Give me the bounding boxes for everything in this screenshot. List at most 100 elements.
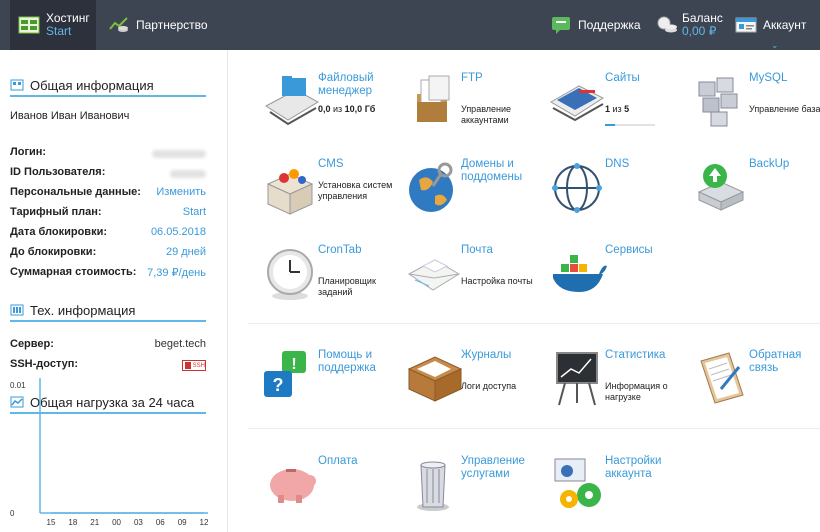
tile-services[interactable]: Сервисы (549, 244, 689, 314)
chevron-down-icon[interactable]: ⌄ (771, 40, 779, 51)
clock-icon (267, 249, 313, 300)
plan-link[interactable]: Start (183, 206, 206, 222)
envelope-icon (408, 259, 460, 291)
days-left-value: 29 дней (165, 246, 206, 258)
personal-data-label: Персональные данные: (10, 186, 141, 198)
ssh-toggle[interactable]: SSH (182, 360, 206, 371)
balance-button[interactable]: Баланс 0,00 ₽ (656, 0, 723, 50)
info-row-server: Сервер: beget.tech (10, 338, 206, 354)
tile-file-manager[interactable]: Файловый менеджер 0,0 из 10,0 Гб (262, 72, 402, 142)
settings-gears-icon (554, 458, 601, 508)
tile-sites-title: Сайты (605, 72, 640, 84)
account-label: Аккаунт (763, 18, 807, 32)
tile-dns[interactable]: DNS (549, 158, 689, 228)
sites-usage-fill (605, 124, 615, 126)
ssh-toggle-knob (185, 362, 191, 369)
server-icon (10, 304, 24, 316)
login-label: Логин: (10, 146, 47, 158)
tile-cms[interactable]: CMS Установка систем управления (262, 158, 402, 228)
tile-statistics-title: Статистика (605, 349, 666, 361)
x-tick-label: 21 (90, 518, 99, 527)
tile-cms-title: CMS (318, 158, 344, 170)
info-row-login: Логин: (10, 146, 206, 162)
tab-partnership-label: Партнерство (136, 18, 208, 32)
total-cost-value: 7,39 ₽/день (147, 267, 206, 279)
tile-services-title: Сервисы (605, 244, 653, 256)
tile-help[interactable]: !? Помощь и поддержка (262, 349, 402, 419)
log-drawer-icon (407, 356, 463, 402)
svg-text:!: ! (291, 356, 296, 373)
tile-account-settings[interactable]: Настройки аккаунта (549, 455, 689, 525)
info-row-user-id: ID Пользователя: (10, 166, 206, 182)
tile-statistics-desc: Информация о нагрузке (605, 381, 668, 402)
tab-hosting[interactable]: Хостинг Start (10, 0, 96, 50)
support-button[interactable]: Поддержка (550, 0, 641, 50)
tile-ftp[interactable]: FTP Управление аккаунтами (405, 72, 545, 142)
user-id-label: ID Пользователя: (10, 166, 106, 178)
tile-backup-title: BackUp (749, 158, 790, 170)
block-date-label: Дата блокировки: (10, 226, 107, 238)
total-cost-label: Суммарная стоимость: (10, 266, 137, 278)
trash-can-icon (417, 461, 449, 511)
info-row-personal: Персональные данные: Изменить (10, 186, 206, 202)
coins-icon (657, 16, 677, 33)
tile-domains[interactable]: Домены и поддомены (405, 158, 545, 228)
chat-bubble-icon (552, 17, 570, 34)
clipboard-pen-icon (700, 352, 744, 404)
globe-keys-icon (409, 162, 453, 212)
tile-logs[interactable]: Журналы Логи доступа (405, 349, 545, 419)
tile-backup[interactable]: BackUp (693, 158, 820, 228)
tile-logs-desc: Логи доступа (461, 381, 517, 391)
ftp-box-icon (417, 75, 450, 122)
backup-drive-icon (697, 164, 745, 211)
tab-partnership[interactable]: Партнерство (106, 0, 216, 50)
section-divider (248, 323, 820, 324)
tile-sites[interactable]: Сайты 1 из 5 (549, 72, 689, 142)
y-tick-label: 0 (10, 509, 15, 518)
tech-info-title: Тех. информация (30, 302, 136, 318)
x-tick-label: 09 (178, 518, 187, 527)
tile-crontab[interactable]: CronTab Планировщик заданий (262, 244, 402, 314)
general-info-heading: Общая информация (10, 75, 206, 97)
block-date-value: 06.05.2018 (150, 226, 206, 238)
network-sphere-icon (552, 163, 602, 213)
tile-mail[interactable]: Почта Настройка почты (405, 244, 545, 314)
y-tick-label: 0.01 (10, 381, 26, 390)
tile-mysql[interactable]: MySQL Управление базами (693, 72, 820, 142)
disk-of: из (330, 104, 345, 114)
software-box-icon (266, 169, 314, 215)
sites-usage-bar (605, 124, 655, 126)
ssh-toggle-text: SSH (192, 362, 205, 369)
tile-domains-title: Домены и поддомены (461, 158, 523, 183)
server-label: Сервер: (10, 338, 54, 350)
login-value-blurred (152, 150, 206, 158)
tile-payment-title: Оплата (318, 455, 358, 467)
x-tick-label: 00 (112, 518, 121, 527)
tile-feedback[interactable]: Обратная связь (693, 349, 820, 419)
tile-account-settings-title: Настройки аккаунта (605, 455, 662, 480)
folder-icon (265, 76, 320, 126)
help-chat-icon: !? (264, 351, 306, 397)
tile-statistics[interactable]: Статистика Информация о нагрузке (549, 349, 689, 419)
tile-payment[interactable]: Оплата (262, 455, 402, 525)
tile-ftp-desc: Управление аккаунтами (461, 104, 512, 125)
load-chart: 0.01 0 15 18 21 00 03 06 09 12 (10, 378, 209, 527)
plan-label: Тарифный план: (10, 206, 102, 218)
server-rack-icon (18, 16, 40, 34)
sites-of: из (610, 104, 625, 114)
tile-cms-desc: Установка систем управления (318, 180, 393, 201)
tile-service-management[interactable]: Управление услугами (405, 455, 545, 525)
tile-logs-title: Журналы (461, 349, 512, 361)
disk-total: 10,0 Гб (344, 104, 376, 114)
info-row-ssh: SSH-доступ: SSH (10, 358, 206, 374)
tile-feedback-title: Обратная связь (749, 349, 802, 374)
browser-windows-icon (550, 85, 605, 122)
edit-personal-link[interactable]: Изменить (156, 186, 206, 202)
tile-mysql-title: MySQL (749, 72, 788, 84)
owner-name: Иванов Иван Иванович (10, 110, 130, 122)
info-row-block-date: Дата блокировки: 06.05.2018 (10, 226, 206, 242)
section-divider (248, 428, 820, 429)
top-navigation-bar: Хостинг Start Партнерство Поддержка Бала… (0, 0, 820, 50)
tile-file-manager-desc: 0,0 из 10,0 Гб (318, 104, 402, 115)
tile-mail-desc: Настройка почты (461, 276, 533, 286)
